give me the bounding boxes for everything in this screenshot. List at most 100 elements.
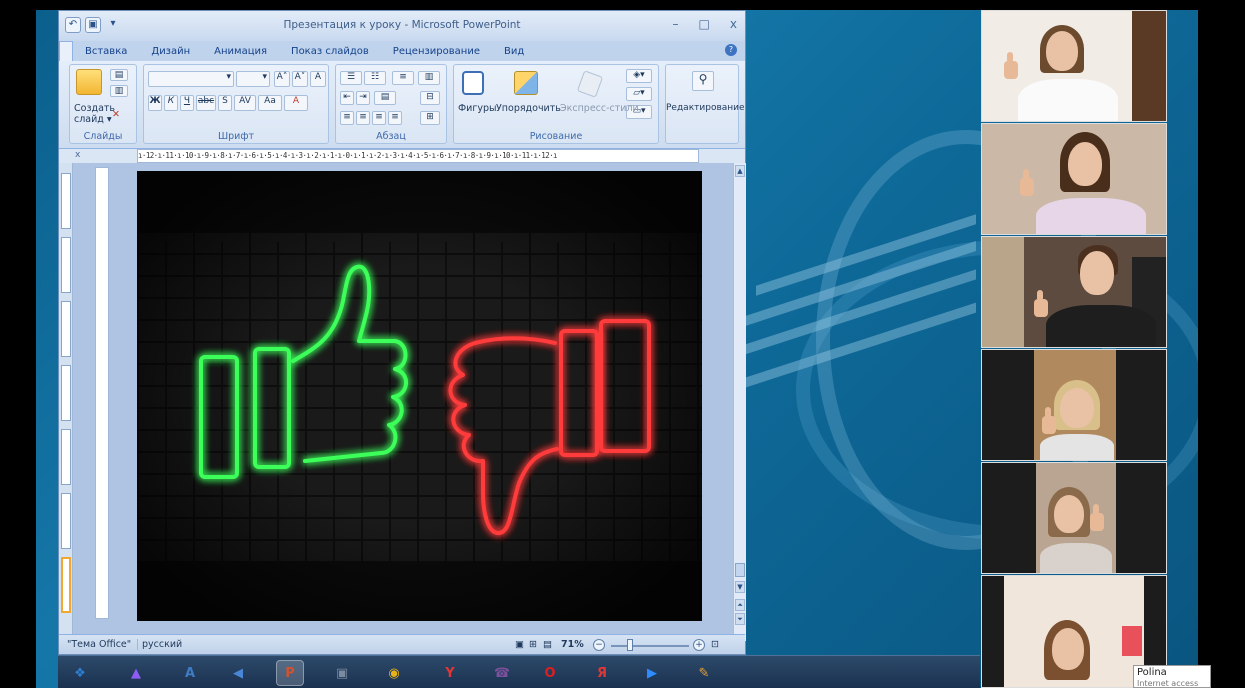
scroll-thumb[interactable] <box>735 563 745 577</box>
zoom-level[interactable]: 71% <box>561 639 584 650</box>
layout-icon[interactable]: ▤ <box>110 69 128 81</box>
opera-icon[interactable]: O <box>536 660 564 686</box>
yandex-browser-icon[interactable]: Я <box>588 660 616 686</box>
new-slide-label[interactable]: Создать <box>74 103 115 114</box>
slide-canvas[interactable] <box>137 171 702 621</box>
participant-video-tile[interactable] <box>981 462 1167 574</box>
tab-view[interactable]: Вид <box>492 46 536 57</box>
slideshow-view-button[interactable]: ▤ <box>543 639 552 650</box>
language-indicator[interactable]: русский <box>137 639 182 650</box>
slide-thumbnail[interactable] <box>61 173 71 229</box>
numbering-button[interactable]: ☷ <box>364 71 386 85</box>
next-slide-button[interactable]: ⏷ <box>735 613 745 625</box>
delete-slide-icon[interactable]: ✕ <box>112 109 120 120</box>
align-left-button[interactable]: ≡ <box>340 111 354 125</box>
char-spacing-button[interactable]: AV <box>234 95 256 111</box>
help-icon[interactable]: ? <box>725 44 737 56</box>
increase-indent-button[interactable]: ⇥ <box>356 91 370 105</box>
slide-thumbnail[interactable] <box>61 237 71 293</box>
font-app-icon[interactable]: A <box>176 660 204 686</box>
sound-icon[interactable]: ◀ <box>224 660 252 686</box>
tab-slideshow[interactable]: Показ слайдов <box>279 46 381 57</box>
arrange-label[interactable]: Упорядочить <box>496 103 561 114</box>
underline-button[interactable]: Ч <box>180 95 194 111</box>
smartart-button[interactable]: ⊞ <box>420 111 440 125</box>
zoom-icon[interactable]: ▶ <box>638 660 666 686</box>
shape-fill-button[interactable]: ◈▾ <box>626 69 652 83</box>
slide-thumbnail[interactable] <box>61 429 71 485</box>
fit-to-window-button[interactable]: ⊡ <box>711 639 719 650</box>
binoculars-icon[interactable]: ⚲ <box>692 71 714 91</box>
columns-button[interactable]: ▥ <box>418 71 440 85</box>
participant-video-tile[interactable] <box>981 349 1167 461</box>
sorter-view-button[interactable]: ⊞ <box>529 639 537 650</box>
new-slide-label-2[interactable]: слайд ▾ <box>74 114 112 125</box>
line-spacing-button[interactable]: ≡ <box>392 71 414 85</box>
slide-thumbnail[interactable] <box>61 493 71 549</box>
yandex-icon[interactable]: Y <box>436 660 464 686</box>
alice-icon[interactable]: ▲ <box>122 660 150 686</box>
slide-thumbnail[interactable] <box>61 365 71 421</box>
maximize-button[interactable]: □ <box>699 17 710 31</box>
tab-insert[interactable]: Вставка <box>73 46 139 57</box>
font-name-combo[interactable]: ▾ <box>148 71 234 87</box>
participant-name-tooltip: Polina Internet access <box>1133 665 1211 688</box>
chrome-icon[interactable]: ◉ <box>380 660 408 686</box>
align-center-button[interactable]: ≡ <box>356 111 370 125</box>
zoom-slider-thumb[interactable] <box>627 639 633 651</box>
tab-review[interactable]: Рецензирование <box>381 46 492 57</box>
font-size-combo[interactable]: ▾ <box>236 71 270 87</box>
strikethrough-button[interactable]: abc <box>196 95 216 111</box>
participant-video-tile[interactable] <box>981 236 1167 348</box>
zoom-slider[interactable] <box>611 645 689 647</box>
participant-video-tile[interactable] <box>981 10 1167 122</box>
viber-icon[interactable]: ☎ <box>488 660 516 686</box>
shadow-button[interactable]: S <box>218 95 232 111</box>
tab-animation[interactable]: Анимация <box>202 46 279 57</box>
align-right-button[interactable]: ≡ <box>372 111 386 125</box>
close-button[interactable]: x <box>730 17 737 31</box>
shapes-label[interactable]: Фигуры <box>458 103 497 114</box>
panel-close-button[interactable]: x <box>75 150 80 160</box>
group-font: ▾ ▾ A˄ A˅ A Ж К Ч abc S AV Aa A Шрифт <box>143 64 329 144</box>
zoom-out-button[interactable]: − <box>593 639 605 651</box>
bullets-button[interactable]: ☰ <box>340 71 362 85</box>
change-case-button[interactable]: Aa <box>258 95 282 111</box>
paint-icon[interactable]: ✎ <box>690 660 718 686</box>
shapes-icon[interactable] <box>462 71 484 95</box>
arrange-icon[interactable] <box>514 71 538 95</box>
bold-button[interactable]: Ж <box>148 95 162 111</box>
minimize-button[interactable]: – <box>673 17 679 31</box>
shape-outline-button[interactable]: ▱▾ <box>626 87 652 101</box>
editing-label[interactable]: Редактирование <box>666 103 745 113</box>
align-text-button[interactable]: ⊟ <box>420 91 440 105</box>
previous-slide-button[interactable]: ⏶ <box>735 599 745 611</box>
powerpoint-icon[interactable]: P <box>276 660 304 686</box>
scroll-up-button[interactable]: ▲ <box>735 165 745 177</box>
zoom-in-button[interactable]: + <box>693 639 705 651</box>
text-direction-button[interactable]: ▤ <box>374 91 396 105</box>
window-controls: – □ x <box>673 17 737 31</box>
vertical-scrollbar[interactable]: ▲ ▼ ⏶ ⏷ <box>733 163 746 641</box>
shrink-font-button[interactable]: A˅ <box>292 71 308 87</box>
tab-design[interactable]: Дизайн <box>139 46 202 57</box>
slide-thumbnail[interactable] <box>61 301 71 357</box>
tab-home[interactable] <box>59 41 73 61</box>
italic-button[interactable]: К <box>164 95 178 111</box>
new-slide-icon[interactable] <box>76 69 102 95</box>
font-color-button[interactable]: A <box>284 95 308 111</box>
slide-thumbnail-selected[interactable] <box>61 557 71 613</box>
decrease-indent-button[interactable]: ⇤ <box>340 91 354 105</box>
windows-start-icon[interactable]: ❖ <box>66 660 94 686</box>
reset-icon[interactable]: ▥ <box>110 85 128 97</box>
normal-view-button[interactable]: ▣ <box>515 639 524 650</box>
grow-font-button[interactable]: A˄ <box>274 71 290 87</box>
group-font-label: Шрифт <box>217 131 255 142</box>
justify-button[interactable]: ≡ <box>388 111 402 125</box>
scroll-down-button[interactable]: ▼ <box>735 581 745 593</box>
participant-video-tile[interactable] <box>981 123 1167 235</box>
scanner-icon[interactable]: ▣ <box>328 660 356 686</box>
quick-styles-label[interactable]: Экспресс-стили <box>560 103 639 114</box>
clear-format-button[interactable]: A <box>310 71 326 87</box>
quick-styles-icon[interactable] <box>576 70 604 98</box>
